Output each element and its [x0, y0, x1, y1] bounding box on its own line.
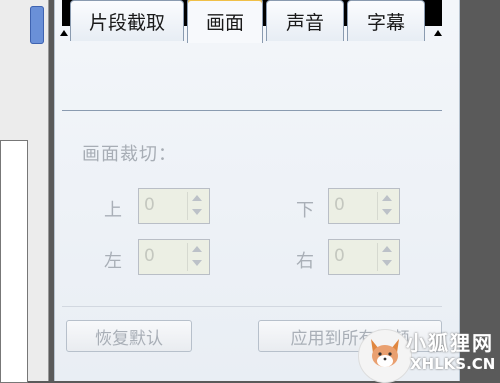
chevron-up-icon[interactable] — [192, 195, 202, 201]
chevron-down-icon[interactable] — [382, 209, 392, 215]
fox-logo-icon — [371, 339, 399, 367]
background-window — [0, 0, 49, 383]
crop-bottom-stepper[interactable]: 0 — [328, 188, 400, 224]
stepper-buttons[interactable] — [377, 192, 396, 220]
chevron-up-icon[interactable] — [382, 246, 392, 252]
stepper-buttons[interactable] — [377, 243, 396, 271]
background-frame — [0, 140, 28, 383]
crop-bottom-value: 0 — [334, 195, 345, 215]
crop-top-value: 0 — [144, 195, 155, 215]
tab-subtitle[interactable]: 字幕 — [347, 0, 425, 41]
crop-right-value: 0 — [334, 246, 345, 266]
chevron-up-icon[interactable] — [382, 195, 392, 201]
crop-top-stepper[interactable]: 0 — [138, 188, 210, 224]
restore-default-button[interactable]: 恢复默认 — [66, 320, 192, 352]
tab-audio[interactable]: 声音 — [266, 0, 344, 41]
tab-divider — [62, 110, 442, 111]
crop-left-label: 左 — [104, 251, 122, 272]
stepper-buttons[interactable] — [187, 192, 206, 220]
site-watermark: 小狐狸网 XHLKS.CN — [358, 323, 500, 383]
scrollbar-thumb[interactable] — [30, 6, 44, 44]
crop-bottom-label: 下 — [296, 200, 314, 221]
chevron-down-icon[interactable] — [382, 260, 392, 266]
section-title: 画面裁切： — [82, 144, 177, 165]
trim-end-marker-icon[interactable] — [434, 30, 442, 36]
crop-left-value: 0 — [144, 246, 155, 266]
crop-right-stepper[interactable]: 0 — [328, 239, 400, 275]
chevron-up-icon[interactable] — [192, 246, 202, 252]
stepper-buttons[interactable] — [187, 243, 206, 271]
crop-left-stepper[interactable]: 0 — [138, 239, 210, 275]
crop-right-label: 右 — [296, 251, 314, 272]
watermark-title: 小狐狸网 — [406, 331, 494, 355]
divider — [62, 306, 442, 307]
chevron-down-icon[interactable] — [192, 260, 202, 266]
tab-picture[interactable]: 画面 — [187, 0, 263, 43]
chevron-down-icon[interactable] — [192, 209, 202, 215]
watermark-url: XHLKS.CN — [410, 355, 496, 373]
tab-clip[interactable]: 片段截取 — [70, 0, 184, 41]
crop-top-label: 上 — [104, 200, 122, 221]
trim-start-marker-icon[interactable] — [60, 30, 68, 36]
